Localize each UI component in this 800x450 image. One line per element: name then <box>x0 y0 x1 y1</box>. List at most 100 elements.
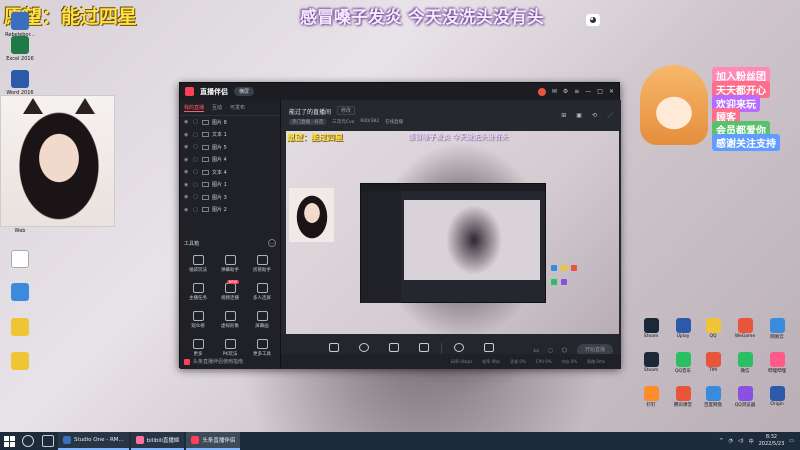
desktop-icon[interactable]: Rebelebor... <box>0 12 40 38</box>
eye-icon[interactable]: ◉ <box>184 157 190 163</box>
desktop-icon[interactable] <box>0 250 40 270</box>
share-icon[interactable]: ⋰ <box>607 112 613 119</box>
ime-icon[interactable]: 中 <box>749 438 754 445</box>
desktop-icon[interactable]: 微信 <box>730 352 760 374</box>
desktop-icon[interactable]: 百度网盘 <box>698 386 728 408</box>
tool-pk[interactable]: PK玩法 <box>215 339 245 357</box>
desktop-icon[interactable]: Steam <box>636 352 666 373</box>
eye-icon[interactable]: ◉ <box>184 119 190 125</box>
tool-audience-rank[interactable]: 观众榜 <box>183 311 213 329</box>
eye-icon[interactable]: ◉ <box>184 194 190 200</box>
desktop-icon[interactable]: WeGame <box>730 318 760 339</box>
lock-icon[interactable]: ▢ <box>193 194 199 200</box>
desktop-icon[interactable] <box>0 352 40 372</box>
user-avatar[interactable] <box>537 87 546 96</box>
tab-interaction[interactable]: 互动 <box>212 104 222 112</box>
guide-link[interactable]: 头条直播伴侣使用指南 <box>184 358 243 365</box>
layer-row[interactable]: ◉ ▢ 文本 1 <box>180 129 280 142</box>
search-icon[interactable] <box>22 435 34 447</box>
eye-icon[interactable]: ◉ <box>184 132 190 138</box>
record-icon[interactable]: ▭ <box>533 347 539 354</box>
lock-icon[interactable]: ▢ <box>193 132 199 138</box>
tool-host-task[interactable]: 主播任务 <box>183 283 213 301</box>
tab-my-live[interactable]: 我的直播 <box>184 104 205 112</box>
lock-icon[interactable]: ▢ <box>193 119 199 125</box>
task-bilibili[interactable]: bilibili直播姬 <box>130 432 185 450</box>
layer-row[interactable]: ◉ ▢ 图片 5 <box>180 141 280 154</box>
desktop-icon[interactable]: Steam <box>636 318 666 339</box>
network-icon[interactable]: ◔ <box>728 438 732 444</box>
desktop-icon[interactable] <box>0 283 40 303</box>
guide-icon <box>184 358 190 365</box>
desktop-icon[interactable]: Uplay <box>668 318 698 339</box>
lock-icon[interactable]: ▢ <box>193 144 199 150</box>
tool-lucky-bag[interactable]: 福袋玩法 <box>183 255 213 273</box>
system-tray: ^ ◔ ◁) 中 8:32 2022/5/23 ▭ <box>719 434 800 448</box>
close-icon[interactable]: ✕ <box>609 88 614 95</box>
mail-icon[interactable]: ✉ <box>552 88 557 95</box>
layer-row[interactable]: ◉ ▢ 图片 3 <box>180 191 280 204</box>
tool-danmaku[interactable]: 弹幕助手 <box>215 255 245 273</box>
lock-icon[interactable]: ▢ <box>193 207 199 213</box>
toolbox-more-icon[interactable]: … <box>268 239 276 247</box>
tray-arrow-icon[interactable]: ^ <box>719 438 723 444</box>
eye-icon[interactable]: ◉ <box>184 182 190 188</box>
volume-icon[interactable]: ◁) <box>738 438 744 444</box>
tab-publish[interactable]: 可发布 <box>230 104 245 112</box>
desktop-icon[interactable]: QQ <box>698 318 728 339</box>
tool-video-loop[interactable]: 视频连播 NEW <box>215 280 245 301</box>
tool-room-admin[interactable]: 房管助手 <box>247 255 277 273</box>
eye-icon[interactable]: ◉ <box>184 169 190 175</box>
menu-icon[interactable]: ≡ <box>574 88 579 95</box>
lock-icon[interactable]: ▢ <box>193 157 199 163</box>
lock-icon[interactable]: ▢ <box>193 169 199 175</box>
desktop-icon[interactable]: 网易云 <box>762 318 792 340</box>
desktop-icon[interactable]: QQ音乐 <box>668 352 698 374</box>
settings-icon[interactable]: ⚙ <box>563 88 568 95</box>
new-badge: NEW <box>226 280 239 284</box>
desktop-icon[interactable]: 钉钉 <box>636 386 666 408</box>
preview-desktop-icon <box>571 265 577 271</box>
task-studio-one[interactable]: Studio One - RM... <box>58 432 129 450</box>
tool-screen-draw[interactable]: 屏幕画 <box>247 311 277 329</box>
layer-row[interactable]: ◉ ▢ 文本 4 <box>180 166 280 179</box>
tool-more[interactable]: 更多 <box>183 339 213 357</box>
desktop-icon-excel[interactable]: Excel 2016 <box>0 36 40 62</box>
minimize-icon[interactable]: — <box>585 88 591 95</box>
layer-row[interactable]: ◉ ▢ 图片 2 <box>180 204 280 217</box>
eye-icon[interactable]: ◉ <box>184 207 190 213</box>
desktop-icon[interactable]: Origin <box>762 386 792 407</box>
tool-virtual-avatar[interactable]: 虚拟形象 <box>215 311 245 329</box>
layer-row[interactable]: ◉ ▢ 图片 1 <box>180 179 280 192</box>
eye-icon[interactable]: ◉ <box>184 144 190 150</box>
desktop-icon[interactable]: 腾讯课堂 <box>668 386 698 408</box>
desktop-icon-word[interactable]: Word 2016 <box>0 70 40 96</box>
desktop-icon[interactable]: 哔哩哔哩 <box>762 352 792 374</box>
gift-icon[interactable]: ⊞ <box>561 112 566 119</box>
webcam-label: Web <box>14 228 26 234</box>
desktop-icon[interactable] <box>0 318 40 338</box>
task-view-icon[interactable] <box>42 435 54 447</box>
layer-row[interactable]: ◉ ▢ 图片 8 <box>180 116 280 129</box>
layer-thumb <box>202 182 209 188</box>
layer-row[interactable]: ◉ ▢ 图片 4 <box>180 154 280 167</box>
lock-icon[interactable]: ▢ <box>193 182 199 188</box>
clock[interactable]: 8:32 2022/5/23 <box>759 434 785 448</box>
webcam-feed <box>0 95 115 227</box>
shop-icon[interactable]: ▣ <box>576 112 582 119</box>
tool-more-tools[interactable]: 更多工具 <box>247 339 277 357</box>
desktop-icon[interactable]: QQ浏览器 <box>730 386 760 408</box>
stream-preview[interactable]: 愿望：能过四星 感冒嗓子发炎 今天没洗头没有头 <box>286 131 619 334</box>
tool-multi-link[interactable]: 多人连屏 <box>247 283 277 301</box>
task-live-companion[interactable]: 头条直播伴侣 <box>186 432 241 450</box>
topic-edit-button[interactable]: 修改 <box>337 106 356 115</box>
start-button[interactable] <box>0 432 18 450</box>
sync-icon[interactable]: ⟲ <box>592 112 597 119</box>
desktop-icon[interactable]: TIM <box>698 352 728 373</box>
layer-thumb <box>202 157 209 163</box>
orientation-button[interactable]: 横屏 <box>234 87 255 96</box>
maximize-icon[interactable]: □ <box>597 88 603 95</box>
beauty-icon[interactable]: ◌ <box>548 347 553 354</box>
shield-icon[interactable]: ⬡ <box>562 347 567 354</box>
notification-icon[interactable]: ▭ <box>789 438 794 444</box>
